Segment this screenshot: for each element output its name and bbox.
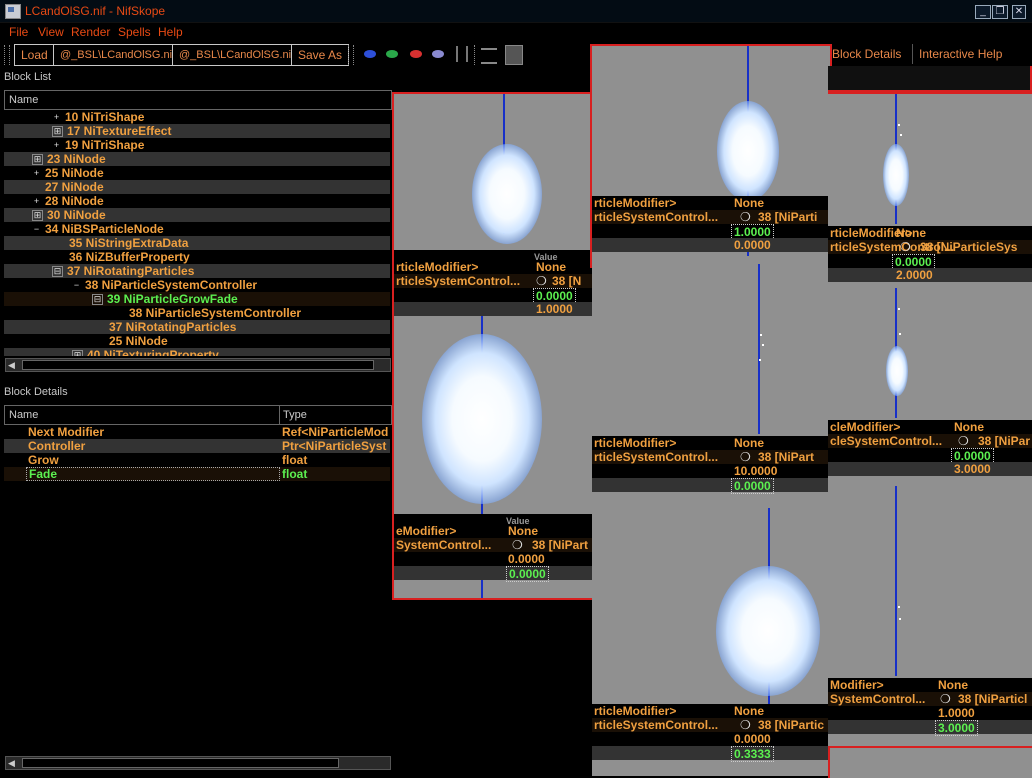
load-file-field[interactable]: @_BSL\LCandOlSG.nif	[53, 44, 177, 66]
block-list-header: Name	[4, 90, 392, 110]
eye-gray-icon[interactable]	[432, 50, 444, 58]
link-icon: ❍	[740, 450, 751, 464]
axes-icon[interactable]	[456, 46, 468, 62]
title-bar: LCandOlSG.nif - NifSkope _ ❐ ✕	[0, 0, 1032, 23]
table-row[interactable]: Next Modifier Ref<NiParticleMod	[4, 425, 390, 439]
scroll-left-icon[interactable]: ◀	[8, 758, 15, 769]
menu-bar: File View Render Spells Help	[0, 23, 1032, 41]
view-frame	[828, 66, 1032, 92]
overlay-details: Modifier> None SystemControl... ❍ 38 [NiPar…	[828, 678, 1032, 736]
render-pane[interactable]: rticleModifier> None rticleSystemControl.…	[592, 508, 828, 776]
restore-button[interactable]: ❐	[992, 5, 1008, 19]
render-pane[interactable]: Value rticleModifier> None rticleSystemCo…	[392, 92, 596, 600]
link-icon: ❍	[740, 210, 751, 224]
tree-row[interactable]: +25 NiNode	[4, 166, 390, 180]
render-pane[interactable]: rticleModifier> None rticleSystemControl.…	[592, 264, 828, 508]
tree-row[interactable]: ⊞ 30 NiNode	[4, 208, 390, 222]
tree-row[interactable]: +19 NiTriShape	[4, 138, 390, 152]
tree-row[interactable]: ⊟ 37 NiRotatingParticles	[4, 264, 390, 278]
overlay-details: cleModifier> None cleSystemControl... ❍ 38 …	[828, 420, 1032, 476]
save-as-button[interactable]: Save As	[291, 44, 350, 66]
menu-render[interactable]: Render	[71, 25, 110, 39]
tree-row[interactable]: 36 NiZBufferProperty	[4, 250, 390, 264]
tree-row[interactable]: +28 NiNode	[4, 194, 390, 208]
table-row[interactable]: Grow float	[4, 453, 390, 467]
block-details-hscrollbar[interactable]: ◀	[5, 756, 391, 770]
link-icon: ❍	[740, 718, 751, 732]
lighting-icon[interactable]	[481, 48, 497, 64]
tree-row[interactable]: ⊞ 23 NiNode	[4, 152, 390, 166]
block-details-header: Name Type	[4, 405, 392, 425]
toolbar: Load @_BSL\LCandOlSG.nif @_BSL\LCandOlSG…	[0, 42, 1032, 68]
toolbar-grip[interactable]	[4, 45, 7, 65]
minimize-button[interactable]: _	[975, 5, 991, 19]
col-type-header[interactable]: Type	[283, 409, 307, 421]
block-list-header-name[interactable]: Name	[9, 94, 38, 106]
block-list-label: Block List	[4, 71, 52, 83]
tree-row[interactable]: 25 NiNode	[4, 334, 390, 348]
render-pane[interactable]: rticleModifier> None rticleSystemControl.…	[828, 92, 1032, 290]
toolbar-grip[interactable]	[353, 45, 356, 65]
tree-row[interactable]: 38 NiParticleSystemController	[4, 306, 390, 320]
tree-row[interactable]: ⊞ 17 NiTextureEffect	[4, 124, 390, 138]
link-icon: ❍	[536, 274, 547, 288]
render-pane[interactable]: cleModifier> None cleSystemControl... ❍ 38 …	[828, 288, 1032, 486]
toolbar-grip[interactable]	[9, 45, 12, 65]
app-icon	[5, 4, 21, 19]
toolbar-grip[interactable]	[348, 45, 351, 65]
link-icon: ❍	[900, 240, 911, 254]
tree-row[interactable]: +10 NiTriShape	[4, 110, 390, 124]
view-toggle-icon[interactable]	[505, 45, 523, 65]
scroll-thumb[interactable]	[22, 758, 339, 768]
table-row-selected[interactable]: Fade float	[4, 467, 390, 481]
menu-spells[interactable]: Spells	[118, 25, 151, 39]
block-list-tree: +10 NiTriShape ⊞ 17 NiTextureEffect +19 N…	[4, 110, 390, 356]
overlay-details: rticleModifier> None rticleSystemControl.…	[592, 196, 830, 252]
table-row[interactable]: Controller Ptr<NiParticleSyst	[4, 439, 390, 453]
tree-row[interactable]: −38 NiParticleSystemController	[4, 278, 390, 292]
overlay-details: Value rticleModifier> None rticleSystemCo…	[394, 250, 594, 316]
col-name-header[interactable]: Name	[9, 409, 38, 421]
eye-red-icon[interactable]	[410, 50, 422, 58]
render-pane[interactable]: Modifier> None SystemControl... ❍ 38 [NiPar…	[828, 486, 1032, 746]
eye-green-icon[interactable]	[386, 50, 398, 58]
save-file-field[interactable]: @_BSL\LCandOlSG.nif	[172, 44, 296, 66]
tree-row[interactable]: 37 NiRotatingParticles	[4, 320, 390, 334]
link-icon: ❍	[512, 538, 523, 552]
link-icon: ❍	[958, 434, 969, 448]
tree-row[interactable]: 35 NiStringExtraData	[4, 236, 390, 250]
interactive-help-button[interactable]: Interactive Help	[912, 44, 1009, 64]
block-details-label: Block Details	[4, 386, 68, 398]
render-pane[interactable]: rticleModifier> None rticleSystemControl.…	[590, 44, 832, 268]
menu-help[interactable]: Help	[158, 25, 183, 39]
window-title: LCandOlSG.nif - NifSkope	[25, 4, 166, 18]
tree-row[interactable]: 27 NiNode	[4, 180, 390, 194]
menu-file[interactable]: File	[9, 25, 28, 39]
toolbar-grip[interactable]	[474, 45, 477, 65]
render-pane[interactable]	[828, 746, 1032, 778]
tree-row[interactable]: −34 NiBSParticleNode	[4, 222, 390, 236]
menu-view[interactable]: View	[38, 25, 64, 39]
scroll-left-icon[interactable]: ◀	[8, 360, 15, 371]
tree-row-selected[interactable]: ⊟ 39 NiParticleGrowFade	[4, 292, 390, 306]
load-button[interactable]: Load	[14, 44, 55, 66]
overlay-details: rticleModifier> None rticleSystemControl.…	[592, 704, 828, 762]
overlay-details: Value eModifier> None SystemControl... ❍ 38…	[394, 514, 594, 582]
close-button[interactable]: ✕	[1012, 5, 1026, 19]
link-icon: ❍	[940, 692, 951, 706]
block-list-hscrollbar[interactable]: ◀	[5, 358, 391, 372]
tree-row[interactable]: ⊞ 40 NiTexturingProperty	[4, 348, 390, 356]
eye-blue-icon[interactable]	[364, 50, 376, 58]
block-details-table: Next Modifier Ref<NiParticleMod Controlle…	[4, 425, 390, 481]
scroll-thumb[interactable]	[22, 360, 374, 370]
overlay-details: rticleModifier> None rticleSystemControl.…	[828, 226, 1032, 282]
overlay-details: rticleModifier> None rticleSystemControl.…	[592, 436, 828, 494]
